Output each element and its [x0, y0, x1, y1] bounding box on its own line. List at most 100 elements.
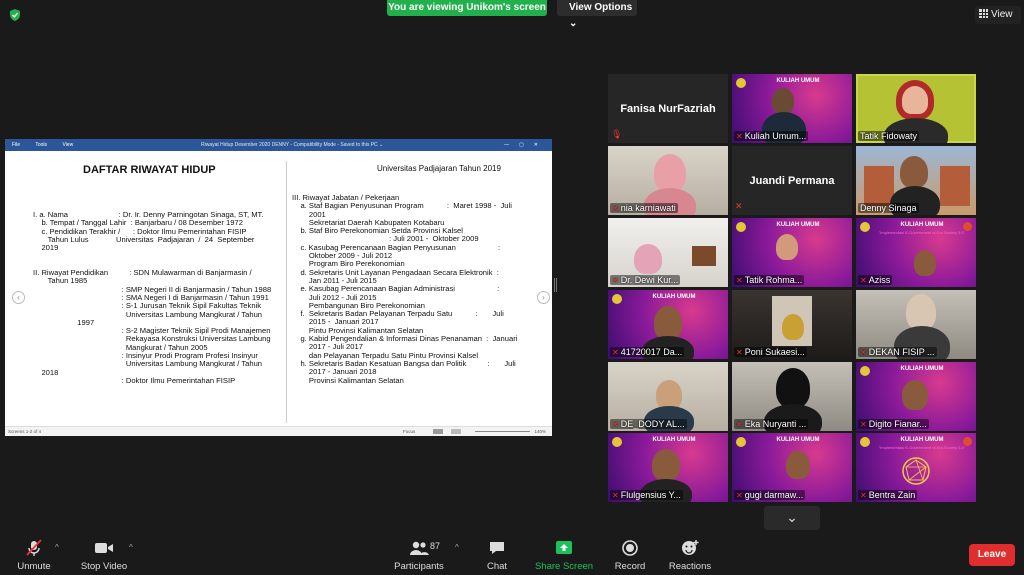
- print-layout-icon: [451, 429, 461, 434]
- participant-name: ✕ Eka Nuryanti ...: [734, 419, 809, 429]
- participant-name: ✕ Digito Fianar...: [858, 419, 929, 429]
- chat-label: Chat: [486, 561, 508, 572]
- muted-mic-icon: 🎙︎: [611, 129, 623, 139]
- participant-name: ✕ Aziss: [858, 275, 893, 285]
- person-head: [634, 244, 662, 274]
- person-head: [786, 451, 810, 479]
- participant-name: ✕ Kuliah Umum...: [734, 131, 809, 141]
- split-handle[interactable]: [554, 278, 557, 292]
- chat-bubble-icon: [490, 542, 504, 554]
- word-zoom: 140%: [534, 429, 546, 434]
- participant-tile[interactable]: KULIAH UMUM ✕ Kuliah Umum...: [732, 74, 852, 143]
- word-focus-label: Focus: [403, 429, 416, 434]
- smiley-plus-icon: [682, 540, 699, 555]
- participant-tile[interactable]: ✕ Poni Sukaesi...: [732, 290, 852, 359]
- muted-mic-icon: ✕: [612, 204, 619, 213]
- participant-tile[interactable]: KULIAH UMUM ✕ gugi darmaw...: [732, 433, 852, 502]
- unmute-button[interactable]: Unmute: [12, 538, 56, 572]
- person-head: [782, 314, 804, 340]
- participant-name: ✕ Bentra Zain: [858, 490, 918, 500]
- kuliah-banner-title: KULIAH UMUM: [776, 437, 820, 443]
- participant-tile[interactable]: ✕ DEKAN FISIP ...: [856, 290, 976, 359]
- muted-mic-icon: ✕: [612, 276, 619, 285]
- participants-label: Participants: [394, 561, 444, 572]
- leave-button[interactable]: Leave: [969, 544, 1015, 566]
- kuliah-banner-title: KULIAH UMUM: [900, 366, 944, 372]
- column-divider: [286, 161, 287, 423]
- word-status-pages: Screens 1-2 of 4: [8, 429, 42, 434]
- participant-name: ✕ gugi darmaw...: [734, 490, 806, 500]
- record-button[interactable]: Record: [610, 538, 650, 572]
- record-icon: [622, 540, 638, 556]
- participant-tile[interactable]: Fanisa NurFazriah 🎙︎: [608, 74, 728, 143]
- participant-tile[interactable]: Denny Sinaga: [856, 146, 976, 215]
- person-head: [902, 380, 928, 410]
- university-logo-icon: [860, 366, 870, 376]
- share-screen-button[interactable]: Share Screen: [533, 538, 595, 572]
- more-participants-chevron-down-icon[interactable]: ⌄: [764, 506, 820, 530]
- shelf-shape: [692, 246, 716, 266]
- participant-tile[interactable]: KULIAH UMUM ✕ Digito Fianar...: [856, 362, 976, 431]
- muted-mic-icon: ✕: [612, 348, 619, 357]
- participant-name: ✕ DEKAN FISIP ...: [858, 347, 937, 357]
- kuliah-banner-title: KULIAH UMUM: [900, 437, 944, 443]
- chat-button[interactable]: Chat: [478, 538, 516, 572]
- reactions-label: Reactions: [668, 561, 712, 572]
- view-button[interactable]: View: [975, 6, 1021, 24]
- person-head: [906, 294, 936, 330]
- zoom-slider: [475, 431, 530, 432]
- university-logo-icon: [736, 78, 746, 88]
- document-heading: DAFTAR RIWAYAT HIDUP: [83, 164, 216, 176]
- video-camera-icon: [95, 543, 113, 553]
- next-page-arrow-icon[interactable]: ›: [537, 291, 550, 304]
- person-head: [776, 234, 798, 260]
- participant-tile[interactable]: Juandi Permana ✕: [732, 146, 852, 215]
- participant-count: 87: [430, 541, 441, 551]
- university-logo-icon: [612, 437, 622, 447]
- muted-mic-icon: ✕: [612, 420, 619, 429]
- participant-tile[interactable]: ✕ Dr. Dewi Kur...: [608, 218, 728, 287]
- kuliah-banner-subtitle: "Implementasi E-Government di Era Societ…: [878, 230, 966, 235]
- participant-tile[interactable]: KULIAH UMUM ✕ 41720017 Da...: [608, 290, 728, 359]
- participant-name: Juandi Permana: [749, 174, 835, 187]
- participant-tile[interactable]: KULIAH UMUM ✕ Tatik Rohma...: [732, 218, 852, 287]
- participant-tile[interactable]: KULIAH UMUM "Implementasi E-Government d…: [856, 218, 976, 287]
- security-shield-icon[interactable]: [8, 8, 22, 22]
- participant-tile[interactable]: KULIAH UMUM "Implementasi E-Government d…: [856, 433, 976, 502]
- participant-tile[interactable]: KULIAH UMUM ✕ Flulgensius Y...: [608, 433, 728, 502]
- muted-mic-icon: ✕: [735, 201, 743, 211]
- kuliah-banner-title: KULIAH UMUM: [652, 294, 696, 300]
- muted-mic-icon: ✕: [736, 348, 743, 357]
- participant-tile[interactable]: ✕ DE_DODY AL...: [608, 362, 728, 431]
- participant-name: ✕ DE_DODY AL...: [610, 419, 687, 429]
- share-screen-icon: [556, 541, 572, 554]
- person-head: [900, 156, 928, 188]
- participants-options-caret-icon[interactable]: ^: [455, 543, 459, 552]
- participant-tile[interactable]: ✕ Eka Nuryanti ...: [732, 362, 852, 431]
- person-head: [896, 80, 934, 120]
- muted-mic-icon: ✕: [860, 491, 867, 500]
- network-logo-icon: [902, 457, 930, 485]
- window-controls: —▢✕: [504, 142, 548, 148]
- view-options-button[interactable]: View Options ⌄: [557, 0, 637, 29]
- muted-mic-icon: ✕: [736, 420, 743, 429]
- participant-tile-active-speaker[interactable]: Tatik Fidowaty: [856, 74, 976, 143]
- participant-name: ✕ Tatik Rohma...: [734, 275, 805, 285]
- reactions-button[interactable]: Reactions: [666, 538, 714, 572]
- word-menu: File Tools View: [12, 139, 87, 151]
- participant-name: Fanisa NurFazriah: [620, 102, 716, 115]
- university-logo-icon: [736, 437, 746, 447]
- stop-video-button[interactable]: Stop Video: [78, 538, 130, 572]
- audio-options-caret-icon[interactable]: ^: [55, 543, 59, 552]
- person-head: [914, 250, 936, 276]
- muted-mic-icon: [26, 539, 42, 556]
- video-options-caret-icon[interactable]: ^: [129, 543, 133, 552]
- participant-name: ✕ nia karniawati: [610, 203, 678, 213]
- muted-mic-icon: ✕: [736, 132, 743, 141]
- share-screen-label: Share Screen: [534, 561, 594, 572]
- muted-mic-icon: ✕: [860, 420, 867, 429]
- previous-page-arrow-icon[interactable]: ‹: [12, 291, 25, 304]
- participants-icon: [410, 541, 429, 555]
- participant-tile[interactable]: ✕ nia karniawati: [608, 146, 728, 215]
- muted-mic-icon: ✕: [860, 276, 867, 285]
